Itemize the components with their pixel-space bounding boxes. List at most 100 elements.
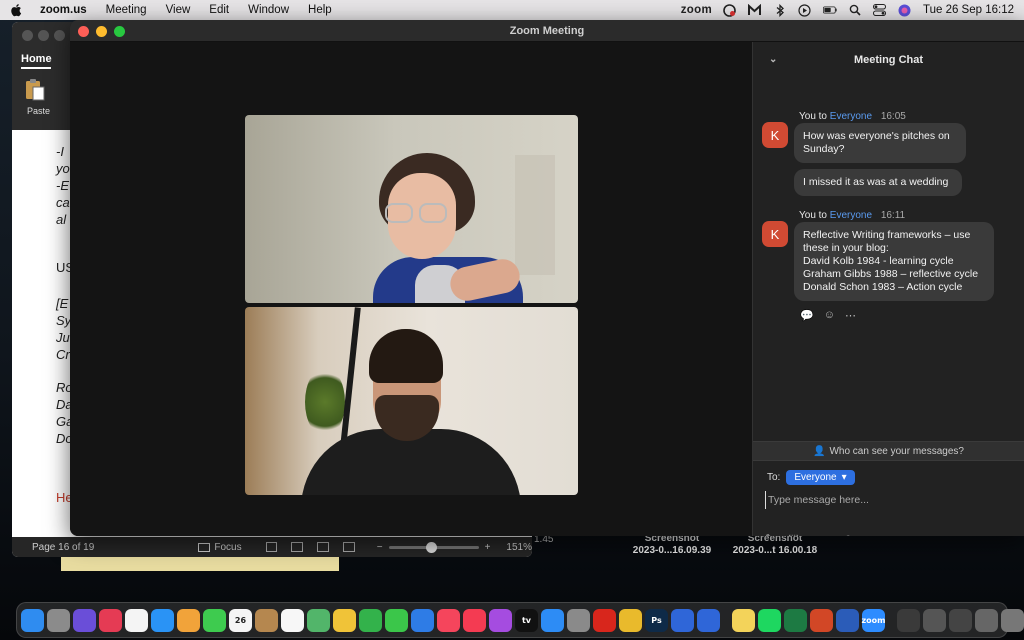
chevron-down-icon[interactable]: ⌄ <box>769 54 779 65</box>
menu-meeting[interactable]: Meeting <box>106 4 147 16</box>
dock-spotify-icon[interactable] <box>758 608 781 632</box>
fullscreen-button[interactable] <box>114 26 125 37</box>
dock-numbers-icon[interactable] <box>359 608 382 632</box>
dock-maps-icon[interactable] <box>307 608 330 632</box>
dock-recent-doc-4-icon[interactable] <box>975 608 998 632</box>
menu-window[interactable]: Window <box>248 4 289 16</box>
dock-finder-icon[interactable] <box>21 608 44 632</box>
dock-creative-cloud-icon[interactable] <box>99 608 122 632</box>
zoom-status-item[interactable]: zoom <box>681 4 712 16</box>
apple-logo-icon[interactable] <box>10 3 24 17</box>
siri-icon[interactable] <box>898 3 912 17</box>
dock-screen-share-2-icon[interactable] <box>697 608 720 632</box>
chat-message-input[interactable] <box>765 491 1013 509</box>
print-layout-icon[interactable] <box>265 542 278 552</box>
battery-icon[interactable] <box>822 3 837 17</box>
dock-music-icon[interactable] <box>463 608 486 632</box>
zoom-meeting-window[interactable]: Zoom Meeting ⌄ Meeting Chat K You to Eve… <box>70 20 1024 536</box>
zoom-in-icon[interactable]: + <box>485 542 491 553</box>
focus-button[interactable]: Focus <box>198 542 242 553</box>
desktop-screenshot-file[interactable]: Screenshot 2023-0...t 16.00.18 <box>720 533 830 557</box>
sticky-note[interactable] <box>61 557 339 571</box>
malwarebytes-icon[interactable] <box>748 3 762 17</box>
desktop-screenshot-file[interactable]: Screenshot 2023-0...16.09.39 <box>617 533 727 557</box>
tab-home[interactable]: Home <box>21 53 52 65</box>
zoom-percentage[interactable]: 151% <box>506 542 532 553</box>
dock-podcasts-icon[interactable] <box>489 608 512 632</box>
dock-excel-icon[interactable] <box>784 608 807 632</box>
avatar[interactable]: K <box>762 221 788 247</box>
word-zoom-button[interactable] <box>54 30 65 41</box>
bluetooth-icon[interactable] <box>773 3 787 17</box>
chat-message-bubble[interactable]: Reflective Writing frameworks – use thes… <box>794 222 994 301</box>
dock-recent-doc-2-icon[interactable] <box>923 608 946 632</box>
chat-message-bubble[interactable]: How was everyone's pitches on Sunday? <box>794 123 966 163</box>
dock-chrome-icon[interactable] <box>619 608 642 632</box>
participant-video-tile[interactable] <box>245 307 578 495</box>
dock-news-icon[interactable] <box>437 608 460 632</box>
zoom-out-icon[interactable]: − <box>377 542 383 553</box>
dock-app-store-icon[interactable] <box>541 608 564 632</box>
clipboard-icon[interactable] <box>24 78 46 102</box>
play-circle-icon[interactable] <box>798 3 812 17</box>
menu-clock[interactable]: Tue 26 Sep 16:12 <box>923 4 1014 16</box>
dock-keynote-icon[interactable] <box>411 608 434 632</box>
dock-recent-doc-1-icon[interactable] <box>897 608 920 632</box>
dock-reminders-icon[interactable] <box>281 608 304 632</box>
outline-view-icon[interactable] <box>317 542 329 552</box>
dock-safari-icon[interactable] <box>151 608 174 632</box>
menu-edit[interactable]: Edit <box>209 4 229 16</box>
zoom-slider[interactable] <box>388 541 479 553</box>
dock-notes-app-icon[interactable] <box>125 608 148 632</box>
dock-zoom-app-icon[interactable]: zoom <box>862 608 886 632</box>
dock-siri-icon[interactable] <box>73 608 96 632</box>
dock-pages-icon[interactable] <box>177 608 200 632</box>
dock-stickies-icon[interactable] <box>732 608 755 632</box>
dock-powerpoint-icon[interactable] <box>810 608 833 632</box>
spotlight-search-icon[interactable] <box>848 3 862 17</box>
dock-recent-doc-3-icon[interactable] <box>949 608 972 632</box>
dock-apple-tv-icon[interactable]: tv <box>515 608 538 632</box>
zoom-slider-thumb[interactable] <box>426 541 438 553</box>
page-count[interactable]: Page 16 of 19 <box>32 542 198 553</box>
recipient-link[interactable]: Everyone <box>830 210 872 221</box>
recipient-dropdown[interactable]: Everyone ▾ <box>786 470 855 485</box>
participant-video-tile[interactable] <box>245 115 578 303</box>
dock-recent-doc-5-icon[interactable] <box>1001 608 1024 632</box>
dock-screen-share-icon[interactable] <box>671 608 694 632</box>
dock-acrobat-icon[interactable] <box>593 608 616 632</box>
emoji-icon[interactable]: ☺ <box>843 533 854 537</box>
web-layout-icon[interactable] <box>291 542 304 552</box>
dock-messages-icon[interactable] <box>203 608 226 632</box>
word-close-button[interactable] <box>22 30 33 41</box>
draft-view-icon[interactable] <box>342 542 355 552</box>
menu-app-name[interactable]: zoom.us <box>40 4 87 16</box>
dock-contacts-icon[interactable] <box>255 608 278 632</box>
menu-view[interactable]: View <box>166 4 191 16</box>
more-options-icon[interactable]: ⋯ <box>845 309 856 322</box>
avatar[interactable]: K <box>762 122 788 148</box>
doc-line: al <box>56 212 67 227</box>
menu-help[interactable]: Help <box>308 4 332 16</box>
dock-launchpad-icon[interactable] <box>47 608 70 632</box>
more-options-icon[interactable]: ⋯ <box>868 532 879 536</box>
creative-cloud-status-icon[interactable] <box>723 3 737 17</box>
screenshot-icon[interactable]: ⬚▾ <box>788 532 804 536</box>
minimize-button[interactable] <box>96 26 107 37</box>
dock-photoshop-icon[interactable]: Ps <box>645 608 668 632</box>
close-button[interactable] <box>78 26 89 37</box>
dock-photos-icon[interactable] <box>333 608 356 632</box>
format-text-icon[interactable]: ✎ <box>765 532 774 536</box>
dock-system-settings-icon[interactable] <box>567 608 590 632</box>
add-reaction-icon[interactable]: ☺ <box>824 309 835 322</box>
file-attach-icon[interactable]: ▭ <box>818 532 828 536</box>
message-visibility-bar[interactable]: 👤 Who can see your messages? <box>753 441 1024 461</box>
word-minimize-button[interactable] <box>38 30 49 41</box>
recipient-link[interactable]: Everyone <box>830 111 872 122</box>
reply-thread-icon[interactable]: 💬 <box>800 309 814 322</box>
chat-message-bubble[interactable]: I missed it as was at a wedding <box>794 169 962 196</box>
dock-facetime-icon[interactable] <box>385 608 408 632</box>
dock-word-app-icon[interactable] <box>836 608 859 632</box>
control-center-icon[interactable] <box>873 3 887 17</box>
dock-calendar-icon[interactable]: 26 <box>229 608 252 632</box>
